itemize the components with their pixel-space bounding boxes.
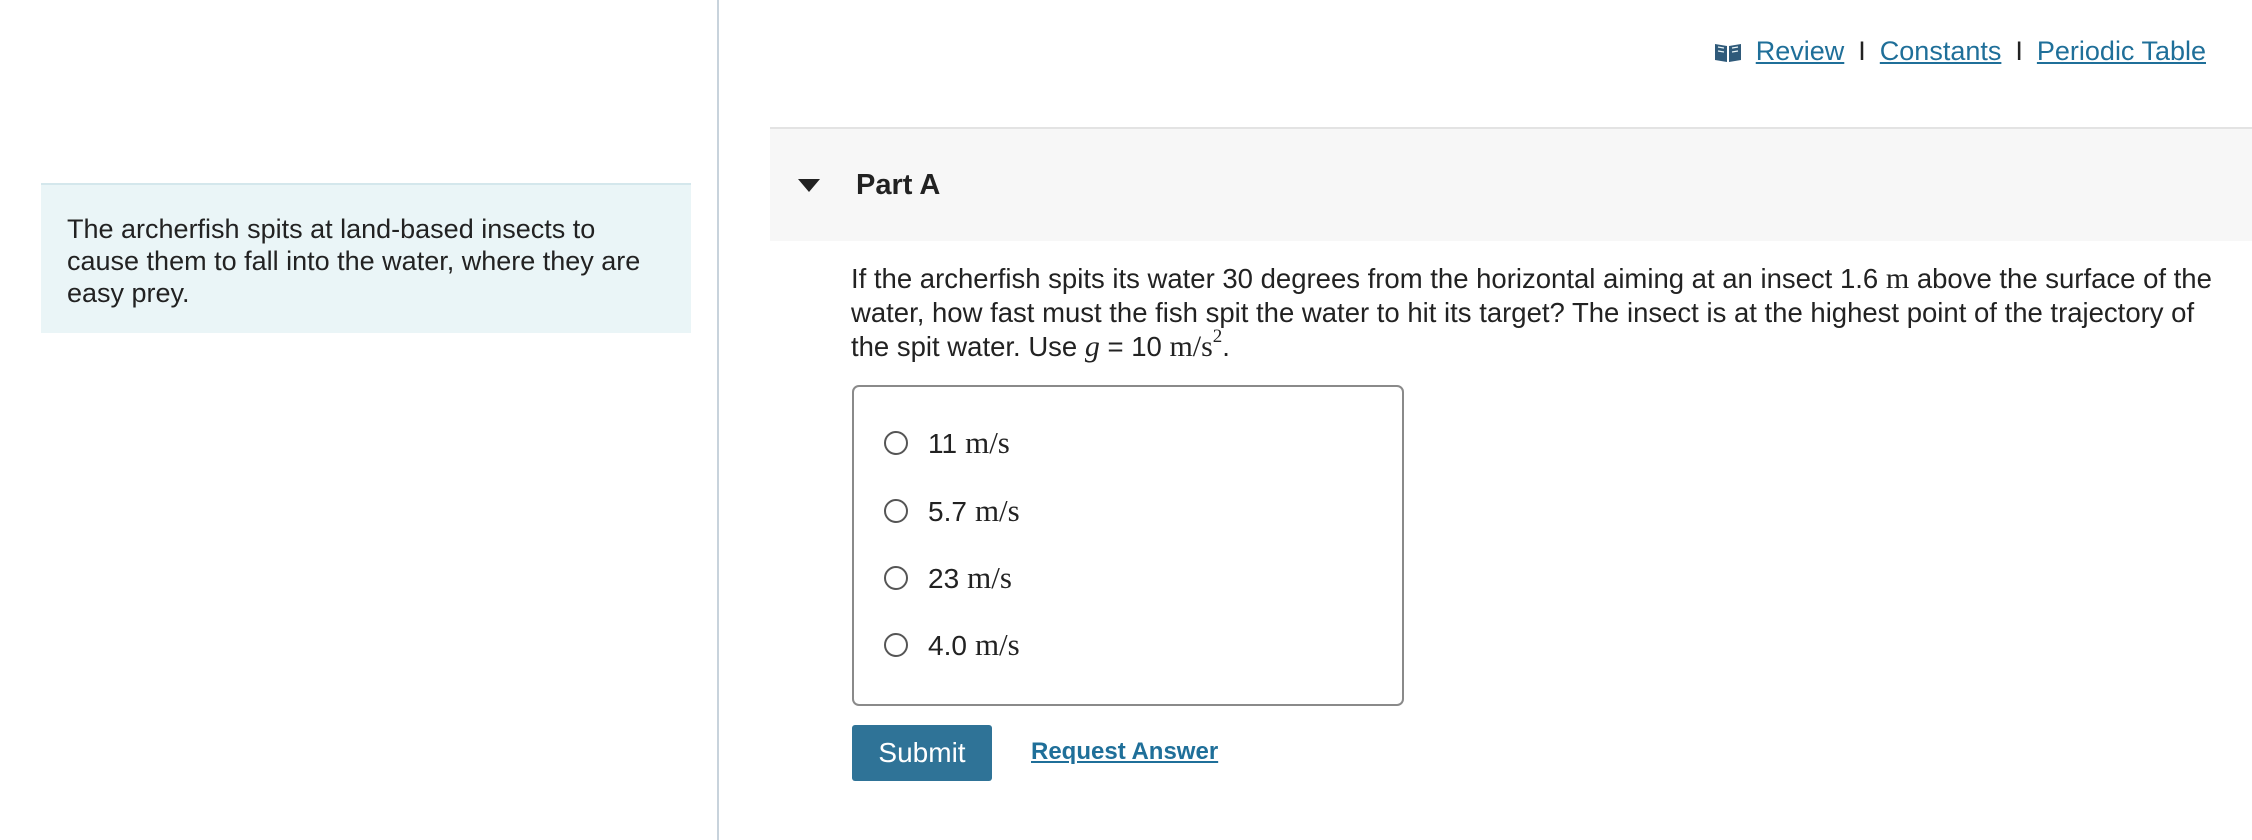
gravity-unit-base: m/s: [1169, 330, 1213, 363]
option-unit: m/s: [974, 493, 1020, 528]
option-unit: m/s: [974, 627, 1020, 662]
request-answer-link[interactable]: Request Answer: [1031, 738, 1218, 766]
option-4[interactable]: 4.0 m/s: [884, 625, 1020, 665]
part-header[interactable]: Part A: [770, 127, 2252, 241]
caret-down-icon[interactable]: [798, 178, 820, 192]
link-separator: I: [1858, 35, 1866, 66]
panel-divider: [717, 0, 719, 840]
option-3[interactable]: 23 m/s: [884, 558, 1012, 598]
option-value: 11: [928, 428, 958, 459]
constants-link[interactable]: Constants: [1880, 36, 2002, 67]
option-1[interactable]: 11 m/s: [884, 423, 1010, 463]
radio-button[interactable]: [884, 633, 908, 657]
page: The archerfish spits at land-based insec…: [0, 0, 2252, 840]
option-unit: m/s: [965, 425, 1010, 460]
periodic-table-link[interactable]: Periodic Table: [2037, 36, 2206, 67]
option-value: 23: [928, 563, 960, 594]
option-label: 5.7 m/s: [928, 493, 1020, 529]
top-links: Review I Constants I Periodic Table: [1714, 34, 2206, 68]
question-text: If the archerfish spits its water 30 deg…: [851, 262, 2231, 364]
question-text-1: If the archerfish spits its water 30 deg…: [851, 263, 1879, 294]
book-icon: [1714, 44, 1741, 62]
gravity-equals: = 10: [1107, 331, 1162, 362]
option-unit: m/s: [967, 560, 1012, 595]
review-link[interactable]: Review: [1714, 35, 1845, 67]
answer-options: 11 m/s 5.7 m/s 23 m/s 4.0 m/s: [852, 385, 1404, 706]
intro-panel: The archerfish spits at land-based insec…: [41, 183, 691, 333]
review-label: Review: [1755, 35, 1845, 66]
gravity-unit-exponent: 2: [1212, 326, 1223, 347]
option-label: 23 m/s: [928, 560, 1012, 596]
option-value: 5.7: [928, 496, 967, 527]
option-label: 11 m/s: [928, 425, 1010, 461]
radio-button[interactable]: [884, 499, 908, 523]
unit-meters: m: [1885, 262, 1910, 295]
radio-button[interactable]: [884, 431, 908, 455]
question-period: .: [1222, 331, 1230, 362]
gravity-symbol: g: [1084, 330, 1100, 363]
option-value: 4.0: [928, 630, 967, 661]
option-2[interactable]: 5.7 m/s: [884, 491, 1020, 531]
part-title: Part A: [856, 168, 941, 201]
gravity-unit: m/s2: [1169, 327, 1222, 363]
option-label: 4.0 m/s: [928, 627, 1020, 663]
radio-button[interactable]: [884, 566, 908, 590]
intro-text: The archerfish spits at land-based insec…: [67, 214, 641, 308]
submit-button[interactable]: Submit: [852, 725, 992, 781]
link-separator: I: [2015, 35, 2023, 66]
